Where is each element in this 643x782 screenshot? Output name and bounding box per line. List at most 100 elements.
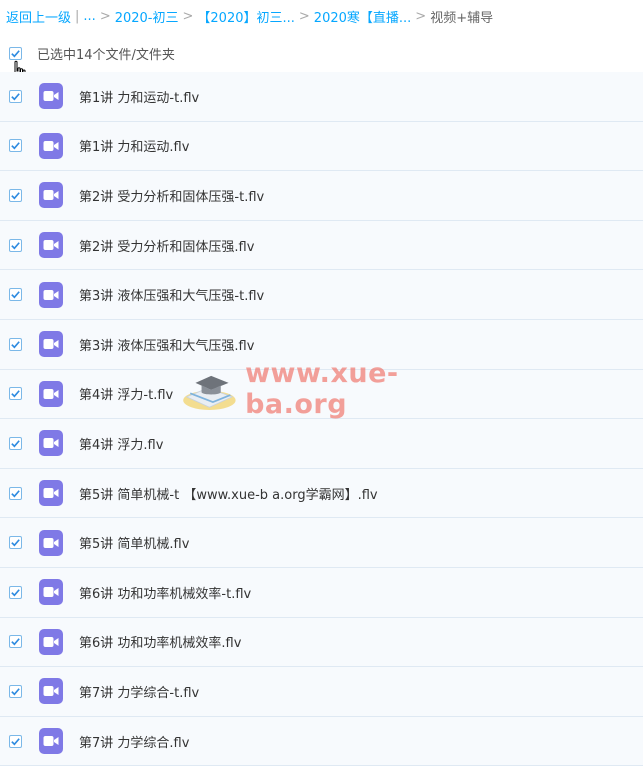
file-checkbox[interactable] — [9, 536, 22, 550]
check-icon — [11, 489, 20, 498]
video-file-icon — [39, 529, 63, 556]
file-row[interactable]: 第5讲 简单机械.flv — [0, 518, 643, 568]
file-name[interactable]: 第7讲 力学综合-t.flv — [79, 682, 199, 701]
check-icon — [11, 390, 20, 398]
video-camera-icon — [43, 736, 59, 747]
breadcrumb: 返回上一级 | ... > 2020-初三 > 【2020】初三... > 20… — [6, 6, 493, 26]
file-checkbox[interactable] — [9, 585, 22, 599]
file-name[interactable]: 第3讲 液体压强和大气压强.flv — [79, 335, 254, 354]
check-icon — [11, 340, 20, 349]
video-file-icon — [39, 728, 63, 755]
file-name[interactable]: 第5讲 简单机械-t 【www.xue-b a.org学霸网】.flv — [79, 484, 378, 503]
file-row[interactable]: 第1讲 力和运动.flv — [0, 121, 643, 172]
video-file-icon — [39, 232, 63, 259]
video-file-icon — [39, 430, 63, 457]
file-row[interactable]: 第5讲 简单机械-t 【www.xue-b a.org学霸网】.flv — [0, 468, 643, 519]
video-camera-icon — [43, 190, 59, 201]
file-name[interactable]: 第6讲 功和功率机械效率.flv — [79, 632, 241, 651]
file-row[interactable]: 第4讲 浮力-t.flv — [0, 369, 643, 420]
check-icon — [11, 440, 20, 448]
video-file-icon — [39, 380, 63, 407]
file-name[interactable]: 第2讲 受力分析和固体压强.flv — [79, 236, 254, 255]
crumb-item-grade[interactable]: 2020-初三 — [115, 7, 179, 26]
file-row[interactable]: 第1讲 力和运动-t.flv — [0, 72, 643, 122]
file-checkbox[interactable] — [9, 387, 22, 401]
video-camera-icon — [43, 438, 59, 449]
video-camera-icon — [43, 537, 59, 548]
video-file-icon — [39, 678, 63, 705]
crumb-separator: > — [182, 8, 194, 24]
file-checkbox[interactable] — [9, 139, 22, 153]
video-file-icon — [39, 83, 63, 110]
video-camera-icon — [43, 91, 59, 102]
video-camera-icon — [43, 686, 59, 697]
file-checkbox[interactable] — [9, 436, 22, 450]
video-camera-icon — [43, 140, 59, 151]
check-icon — [11, 49, 20, 57]
video-file-icon — [39, 579, 63, 606]
crumb-item-course[interactable]: 【2020】初三... — [197, 7, 294, 26]
video-file-icon — [39, 628, 63, 655]
video-file-icon — [39, 281, 63, 308]
file-checkbox[interactable] — [9, 337, 22, 351]
video-file-icon — [39, 182, 63, 209]
file-checkbox[interactable] — [9, 635, 22, 649]
file-row[interactable]: 第7讲 力学综合.flv — [0, 716, 643, 767]
video-file-icon — [39, 132, 63, 159]
file-checkbox[interactable] — [9, 734, 22, 748]
selection-header: 已选中14个文件/文件夹 — [0, 38, 643, 68]
file-row[interactable]: 第2讲 受力分析和固体压强.flv — [0, 220, 643, 271]
video-camera-icon — [43, 388, 59, 399]
file-name[interactable]: 第4讲 浮力.flv — [79, 434, 163, 453]
file-name[interactable]: 第1讲 力和运动.flv — [79, 136, 189, 155]
file-checkbox[interactable] — [9, 684, 22, 698]
video-camera-icon — [43, 240, 59, 251]
file-checkbox[interactable] — [9, 89, 22, 103]
back-link[interactable]: 返回上一级 — [6, 7, 71, 26]
file-checkbox[interactable] — [9, 238, 22, 252]
file-row[interactable]: 第6讲 功和功率机械效率-t.flv — [0, 567, 643, 618]
check-icon — [11, 688, 20, 696]
crumb-ellipsis[interactable]: ... — [83, 9, 95, 24]
check-icon — [11, 291, 20, 299]
video-camera-icon — [43, 339, 59, 350]
file-list: 第1讲 力和运动-t.flv 第1讲 力和运动.flv 第2讲 受力分析和固体压强-… — [0, 72, 643, 767]
video-file-icon — [39, 480, 63, 507]
select-all-checkbox[interactable] — [9, 46, 22, 60]
file-row[interactable]: 第7讲 力学综合-t.flv — [0, 667, 643, 717]
video-camera-icon — [43, 488, 59, 499]
file-name[interactable]: 第1讲 力和运动-t.flv — [79, 87, 199, 106]
video-camera-icon — [43, 636, 59, 647]
file-checkbox[interactable] — [9, 188, 22, 202]
file-checkbox[interactable] — [9, 288, 22, 302]
file-row[interactable]: 第6讲 功和功率机械效率.flv — [0, 617, 643, 668]
file-name[interactable]: 第7讲 力学综合.flv — [79, 732, 189, 751]
check-icon — [11, 93, 20, 101]
crumb-divider: | — [75, 8, 80, 24]
check-icon — [11, 638, 20, 646]
video-camera-icon — [43, 587, 59, 598]
file-name[interactable]: 第4讲 浮力-t.flv — [79, 384, 173, 403]
crumb-item-live[interactable]: 2020寒【直播... — [314, 7, 411, 26]
file-row[interactable]: 第4讲 浮力.flv — [0, 419, 643, 469]
file-name[interactable]: 第5讲 简单机械.flv — [79, 533, 189, 552]
video-camera-icon — [43, 289, 59, 300]
crumb-separator: > — [99, 8, 111, 24]
selection-count-label: 已选中14个文件/文件夹 — [37, 47, 175, 63]
file-row[interactable]: 第3讲 液体压强和大气压强.flv — [0, 319, 643, 370]
crumb-separator: > — [298, 8, 310, 24]
check-icon — [11, 241, 20, 250]
file-name[interactable]: 第2讲 受力分析和固体压强-t.flv — [79, 186, 264, 205]
check-icon — [11, 737, 20, 745]
crumb-separator: > — [415, 8, 427, 24]
file-name[interactable]: 第6讲 功和功率机械效率-t.flv — [79, 583, 251, 602]
video-file-icon — [39, 331, 63, 358]
check-icon — [11, 539, 20, 547]
check-icon — [11, 192, 20, 200]
check-icon — [11, 588, 20, 597]
file-row[interactable]: 第3讲 液体压强和大气压强-t.flv — [0, 270, 643, 320]
file-name[interactable]: 第3讲 液体压强和大气压强-t.flv — [79, 285, 264, 304]
file-checkbox[interactable] — [9, 486, 22, 500]
file-row[interactable]: 第2讲 受力分析和固体压强-t.flv — [0, 171, 643, 221]
crumb-current: 视频+辅导 — [430, 10, 494, 26]
